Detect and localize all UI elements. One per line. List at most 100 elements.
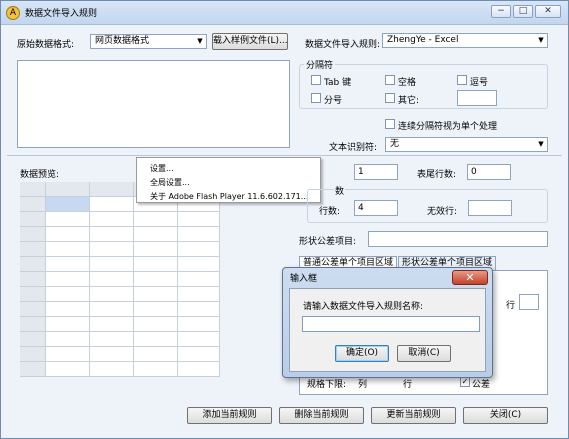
grid-cell[interactable] [90,212,134,227]
grid-cell[interactable] [46,197,90,212]
grid-cell[interactable] [46,257,90,272]
grid-cell[interactable] [46,362,90,377]
context-menu-item-about[interactable]: 关于 Adobe Flash Player 11.6.602.171... [150,191,308,202]
raw-data-textarea[interactable] [17,60,290,148]
grid-cell[interactable] [178,287,220,302]
text-qualifier-select[interactable]: 无 ▼ [385,137,548,152]
grid-cell[interactable] [134,212,178,227]
grid-header-cell[interactable] [20,212,46,227]
grid-cell[interactable] [90,347,134,362]
grid-cell[interactable] [134,302,178,317]
input-dialog-close-button[interactable]: ✕ [452,270,488,285]
close-button[interactable]: 关闭(C) [463,407,548,424]
tab-checkbox[interactable] [311,75,321,85]
grid-cell[interactable] [178,257,220,272]
consecutive-checkbox[interactable] [385,119,395,129]
grid-cell[interactable] [46,272,90,287]
comma-checkbox[interactable] [457,75,467,85]
grid-header-cell[interactable] [20,272,46,287]
grid-cell[interactable] [178,332,220,347]
grid-cell[interactable] [178,317,220,332]
grid-header-cell[interactable] [20,287,46,302]
rule-value: ZhengYe - Excel [387,35,459,45]
grid-cell[interactable] [46,212,90,227]
semicolon-label: 分号 [324,96,343,106]
grid-cell[interactable] [90,362,134,377]
grid-cell[interactable] [134,242,178,257]
rule-name-input[interactable] [302,316,480,332]
rule-select[interactable]: ZhengYe - Excel ▼ [382,33,548,48]
grid-cell[interactable] [134,272,178,287]
cancel-button[interactable]: 取消(C) [397,345,451,362]
preview-grid[interactable] [20,182,220,381]
grid-header-cell[interactable] [46,182,90,197]
add-rule-button[interactable]: 添加当前规则 [187,407,272,424]
col-label: 列 [358,380,368,390]
grid-cell[interactable] [90,302,134,317]
delete-rule-button[interactable]: 删除当前规则 [279,407,364,424]
grid-header-cell[interactable] [20,242,46,257]
row-input[interactable] [519,294,539,310]
grid-cell[interactable] [178,212,220,227]
grid-cell[interactable] [178,347,220,362]
grid-cell[interactable] [134,317,178,332]
grid-header-cell[interactable] [90,182,134,197]
grid-cell[interactable] [178,272,220,287]
grid-cell[interactable] [134,287,178,302]
grid-cell[interactable] [134,362,178,377]
source-format-label: 原始数据格式: [17,40,75,50]
space-checkbox[interactable] [385,75,395,85]
update-rule-button[interactable]: 更新当前规则 [371,407,456,424]
other-checkbox[interactable] [385,93,395,103]
grid-header-cell[interactable] [20,302,46,317]
grid-cell[interactable] [46,317,90,332]
grid-cell[interactable] [46,287,90,302]
grid-cell[interactable] [90,197,134,212]
grid-cell[interactable] [90,227,134,242]
grid-cell[interactable] [90,332,134,347]
grid-header-cell[interactable] [20,227,46,242]
grid-cell[interactable] [90,317,134,332]
source-format-select[interactable]: 网页数据格式 ▼ [90,34,207,49]
context-menu-item-global-settings[interactable]: 全局设置... [150,177,190,188]
grid-cell[interactable] [134,332,178,347]
grid-cell[interactable] [46,347,90,362]
grid-cell[interactable] [90,242,134,257]
grid-cell[interactable] [46,332,90,347]
grid-cell[interactable] [178,362,220,377]
grid-cell[interactable] [90,257,134,272]
grid-cell[interactable] [134,257,178,272]
semicolon-checkbox[interactable] [311,93,321,103]
other-separator-input[interactable] [457,90,497,106]
grid-cell[interactable] [134,347,178,362]
grid-cell[interactable] [90,287,134,302]
ok-button[interactable]: 确定(O) [335,345,389,362]
grid-header-cell[interactable] [20,362,46,377]
grid-header-cell[interactable] [20,347,46,362]
grid-header-cell[interactable] [20,257,46,272]
grid-cell[interactable] [90,272,134,287]
input-dialog: 输入框 ✕ 请输入数据文件导入规则名称: 确定(O) 取消(C) [282,267,493,378]
grid-header-cell[interactable] [20,182,46,197]
load-sample-button[interactable]: 载入样例文件(L)... [212,33,288,50]
tolerance-checkbox[interactable]: ✓ [460,377,470,387]
context-menu-item-settings[interactable]: 设置... [150,163,174,174]
grid-header-cell[interactable] [20,197,46,212]
grid-cell[interactable] [178,302,220,317]
invalid-rows-input[interactable] [468,200,512,216]
close-window-button[interactable]: ✕ [535,5,561,18]
header-rows-input[interactable]: 1 [354,164,398,180]
shape-input[interactable] [368,231,548,247]
grid-cell[interactable] [134,227,178,242]
footer-rows-input[interactable]: 0 [467,164,511,180]
maximize-button[interactable]: □ [513,5,533,18]
rows-input[interactable]: 4 [354,200,398,216]
minimize-button[interactable]: − [491,5,511,18]
grid-cell[interactable] [46,302,90,317]
grid-header-cell[interactable] [20,317,46,332]
grid-cell[interactable] [178,242,220,257]
grid-cell[interactable] [46,227,90,242]
grid-cell[interactable] [178,227,220,242]
grid-cell[interactable] [46,242,90,257]
grid-header-cell[interactable] [20,332,46,347]
